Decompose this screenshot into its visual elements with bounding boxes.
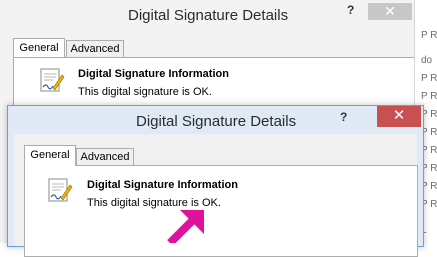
- background-tab-general[interactable]: General: [13, 38, 65, 58]
- foreground-help-button[interactable]: ?: [340, 110, 347, 124]
- foreground-signature-heading: Digital Signature Information: [87, 179, 238, 191]
- strip-text: P R: [421, 73, 437, 84]
- foreground-signature-status: This digital signature is OK.: [87, 197, 221, 209]
- strip-text: do: [421, 55, 433, 66]
- background-titlebar[interactable]: Digital Signature Details ? ✕: [0, 0, 437, 30]
- background-tab-advanced[interactable]: Advanced: [66, 40, 124, 58]
- foreground-tab-general[interactable]: General: [24, 145, 76, 166]
- foreground-general-panel: Digital Signature Information This digit…: [24, 165, 418, 257]
- foreground-close-button[interactable]: ✕: [377, 106, 421, 127]
- background-signature-heading: Digital Signature Information: [78, 68, 229, 80]
- annotation-arrow-icon: [167, 210, 204, 243]
- background-close-button[interactable]: ✕: [368, 3, 412, 20]
- background-dialog-title: Digital Signature Details: [128, 7, 289, 24]
- background-signature-status: This digital signature is OK.: [78, 86, 212, 98]
- foreground-titlebar[interactable]: Digital Signature Details ? ✕: [8, 106, 423, 134]
- foreground-dialog: Digital Signature Details ? ✕ General Ad…: [7, 105, 424, 257]
- strip-text: P R: [421, 30, 437, 41]
- strip-text: P R: [421, 91, 437, 102]
- foreground-dialog-body: General Advanced Digital Signature Infor…: [14, 134, 418, 257]
- foreground-dialog-title: Digital Signature Details: [136, 113, 297, 130]
- signature-certificate-icon: [40, 68, 65, 92]
- background-help-button[interactable]: ?: [347, 3, 354, 17]
- signature-certificate-icon: [48, 178, 73, 202]
- foreground-tab-advanced[interactable]: Advanced: [76, 148, 134, 166]
